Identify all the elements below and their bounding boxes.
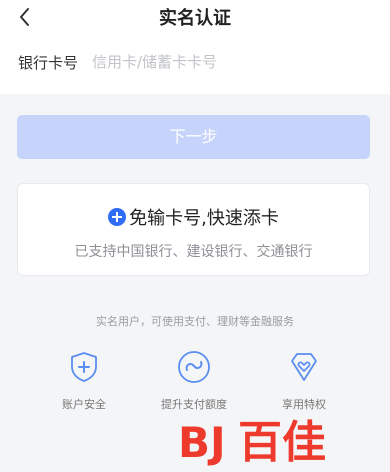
quick-add-title: 免输卡号,快速添卡	[18, 204, 369, 230]
quick-add-card[interactable]: 免输卡号,快速添卡 已支持中国银行、建设银行、交通银行	[17, 183, 370, 276]
card-number-row: 银行卡号	[0, 34, 390, 94]
page-title: 实名认证	[159, 8, 231, 29]
card-number-label: 银行卡号	[18, 54, 79, 72]
feature-raise-limit: 提升支付额度	[148, 350, 240, 412]
feature-account-security: 账户安全	[38, 350, 130, 412]
svg-text:百佳: 百佳	[238, 417, 326, 467]
svg-text:BJ: BJ	[178, 418, 226, 467]
quick-add-title-text: 免输卡号,快速添卡	[129, 208, 279, 229]
plus-circle-icon	[108, 208, 127, 226]
card-number-input[interactable]	[92, 46, 372, 78]
next-step-button[interactable]: 下一步	[17, 115, 370, 159]
diamond-heart-icon	[291, 353, 317, 381]
benefits-note: 实名用户，可使用支付、理财等金融服务	[96, 315, 294, 328]
header-bar: 实名认证	[0, 0, 390, 34]
watermark-logo: BJ 百佳	[178, 417, 326, 467]
link-circle-icon	[178, 351, 210, 383]
feature-privileges: 享用特权	[258, 350, 350, 412]
supported-banks-text: 已支持中国银行、建设银行、交通银行	[74, 244, 313, 260]
shield-plus-icon	[71, 352, 97, 382]
feature-label: 账户安全	[62, 398, 106, 411]
